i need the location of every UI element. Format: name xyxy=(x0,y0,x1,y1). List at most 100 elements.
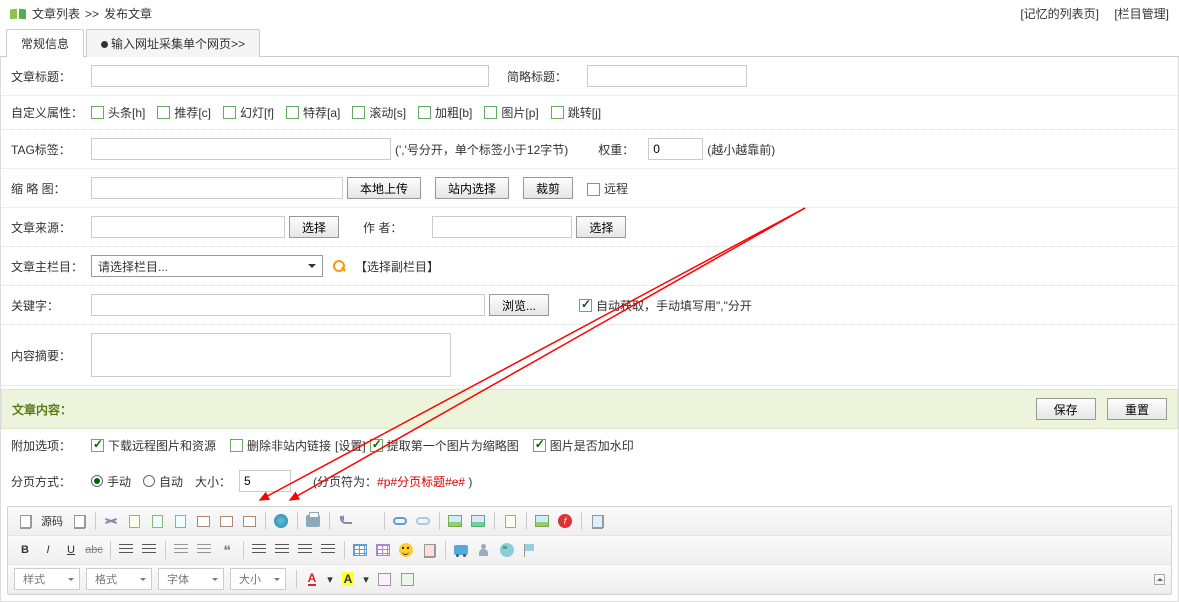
main-cat-select[interactable]: 请选择栏目... xyxy=(91,255,323,277)
style-select[interactable]: 样式 xyxy=(14,568,80,590)
underline-button[interactable]: U xyxy=(60,539,82,561)
paste-word-icon[interactable] xyxy=(192,510,214,532)
car-icon[interactable] xyxy=(450,539,472,561)
font-select[interactable]: 字体 xyxy=(158,568,224,590)
globe-icon[interactable] xyxy=(270,510,292,532)
emoticon-icon[interactable] xyxy=(395,539,417,561)
paging-manual-radio[interactable] xyxy=(91,475,103,487)
crop-button[interactable]: 裁剪 xyxy=(523,177,573,199)
author-input[interactable] xyxy=(432,216,572,238)
attr-recommend-checkbox[interactable] xyxy=(157,106,170,119)
collapse-toolbar-icon[interactable] xyxy=(1154,574,1165,585)
attr-scroll-checkbox[interactable] xyxy=(352,106,365,119)
flash-icon[interactable]: f xyxy=(554,510,576,532)
sub-cat-link[interactable]: 【选择副栏目】 xyxy=(355,258,439,275)
flag-icon[interactable] xyxy=(519,539,541,561)
clipboard-icon[interactable] xyxy=(238,510,260,532)
cut-icon[interactable] xyxy=(100,510,122,532)
attr-image-checkbox[interactable] xyxy=(484,106,497,119)
keywords-input[interactable] xyxy=(91,294,485,316)
attr-bold-checkbox[interactable] xyxy=(418,106,431,119)
align-justify-icon[interactable] xyxy=(317,539,339,561)
category-manage-link[interactable]: [栏目管理] xyxy=(1114,7,1169,21)
attr-headline-checkbox[interactable] xyxy=(91,106,104,119)
preview-icon[interactable] xyxy=(499,510,521,532)
tab-collect-url[interactable]: 输入网址采集单个网页>> xyxy=(86,29,260,57)
attr-slide-checkbox[interactable] xyxy=(223,106,236,119)
tab-basic-info[interactable]: 常规信息 xyxy=(6,29,84,57)
new-doc-icon[interactable] xyxy=(68,510,90,532)
attr-special-checkbox[interactable] xyxy=(286,106,299,119)
media-icon[interactable] xyxy=(467,510,489,532)
format-select[interactable]: 格式 xyxy=(86,568,152,590)
paste-icon[interactable] xyxy=(146,510,168,532)
summary-textarea[interactable] xyxy=(91,333,451,377)
italic-button[interactable]: I xyxy=(37,539,59,561)
auto-keywords-checkbox[interactable] xyxy=(579,299,592,312)
map-icon[interactable] xyxy=(496,539,518,561)
table2-icon[interactable] xyxy=(372,539,394,561)
thumb-input[interactable] xyxy=(91,177,343,199)
image-icon[interactable] xyxy=(444,510,466,532)
special-char-icon[interactable] xyxy=(418,539,440,561)
bg-color-button[interactable]: A xyxy=(337,568,359,590)
author-label: 作 者： xyxy=(363,219,402,236)
first-image-checkbox[interactable] xyxy=(370,439,383,452)
man-icon[interactable] xyxy=(473,539,495,561)
align-center-icon[interactable] xyxy=(271,539,293,561)
source-button[interactable]: 源码 xyxy=(37,510,67,532)
quote-icon[interactable]: ❝ xyxy=(216,539,238,561)
source-select-button[interactable]: 选择 xyxy=(289,216,339,238)
upload-button[interactable]: 本地上传 xyxy=(347,177,421,199)
outdent-icon[interactable] xyxy=(170,539,192,561)
watermark-checkbox[interactable] xyxy=(533,439,546,452)
paste-text-icon[interactable] xyxy=(169,510,191,532)
unlink-icon[interactable] xyxy=(412,510,434,532)
align-left-icon[interactable] xyxy=(248,539,270,561)
weight-hint: (越小越靠前) xyxy=(707,141,775,158)
remove-external-checkbox[interactable] xyxy=(230,439,243,452)
short-title-input[interactable] xyxy=(587,65,747,87)
indent-icon[interactable] xyxy=(193,539,215,561)
tag-hint: (','号分开，单个标签小于12字节) xyxy=(395,141,568,158)
reset-button[interactable]: 重置 xyxy=(1107,398,1167,420)
download-remote-checkbox[interactable] xyxy=(91,439,104,452)
paste-special-icon[interactable] xyxy=(215,510,237,532)
settings-link[interactable]: [设置] xyxy=(335,437,366,454)
title-input[interactable] xyxy=(91,65,489,87)
bg-color-dropdown[interactable]: ▾ xyxy=(360,568,372,590)
page-size-input[interactable] xyxy=(239,470,291,492)
memory-list-link[interactable]: [记忆的列表页] xyxy=(1020,7,1099,21)
image2-icon[interactable] xyxy=(531,510,553,532)
search-icon[interactable] xyxy=(331,258,347,274)
ol-icon[interactable] xyxy=(115,539,137,561)
strike-button[interactable]: abc xyxy=(83,539,105,561)
weight-input[interactable] xyxy=(648,138,703,160)
special-icon[interactable] xyxy=(586,510,608,532)
author-select-button[interactable]: 选择 xyxy=(576,216,626,238)
source-input[interactable] xyxy=(91,216,285,238)
print-icon[interactable] xyxy=(302,510,324,532)
table-icon[interactable] xyxy=(349,539,371,561)
pick-site-button[interactable]: 站内选择 xyxy=(435,177,509,199)
ul-icon[interactable] xyxy=(138,539,160,561)
bold-button[interactable]: B xyxy=(14,539,36,561)
breadcrumb-article-list[interactable]: 文章列表 xyxy=(32,5,80,22)
link-icon[interactable] xyxy=(389,510,411,532)
attr-jump-checkbox[interactable] xyxy=(551,106,564,119)
font-color-button[interactable]: A xyxy=(301,568,323,590)
source-doc-icon[interactable] xyxy=(14,510,36,532)
redo-icon[interactable] xyxy=(357,510,379,532)
template2-icon[interactable] xyxy=(396,568,418,590)
size-select[interactable]: 大小 xyxy=(230,568,286,590)
undo-icon[interactable] xyxy=(334,510,356,532)
template-icon[interactable] xyxy=(373,568,395,590)
browse-button[interactable]: 浏览... xyxy=(489,294,549,316)
font-color-dropdown[interactable]: ▾ xyxy=(324,568,336,590)
save-button[interactable]: 保存 xyxy=(1036,398,1096,420)
remote-checkbox[interactable] xyxy=(587,183,600,196)
copy-icon[interactable] xyxy=(123,510,145,532)
tag-input[interactable] xyxy=(91,138,391,160)
align-right-icon[interactable] xyxy=(294,539,316,561)
paging-auto-radio[interactable] xyxy=(143,475,155,487)
